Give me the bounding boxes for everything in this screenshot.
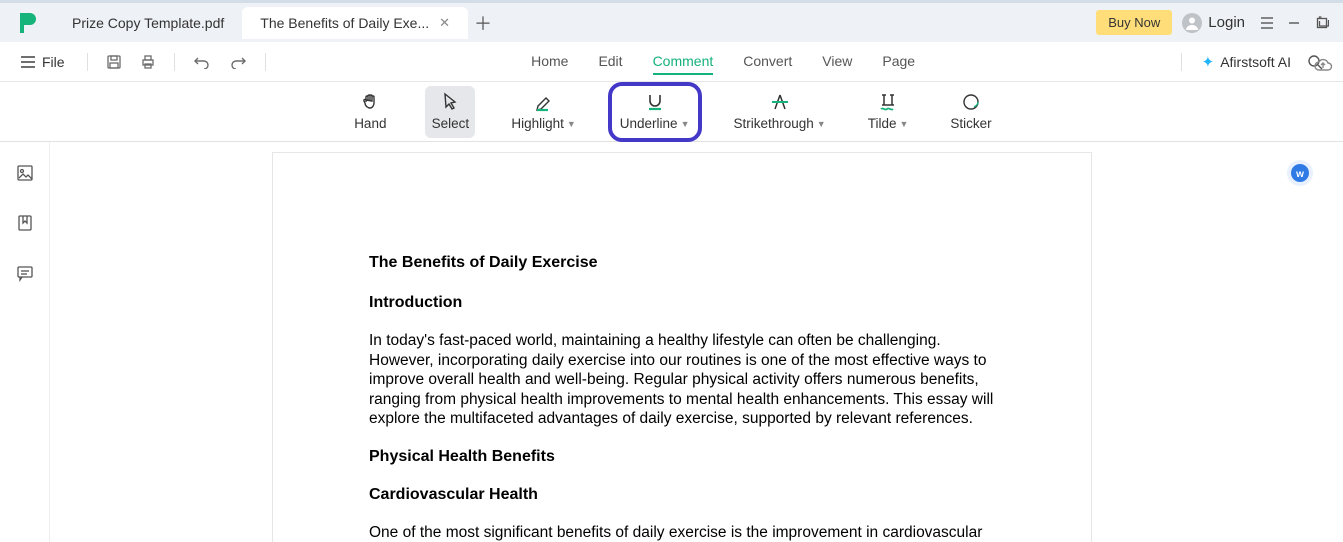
- comments-panel-icon[interactable]: [14, 262, 36, 284]
- cloud-icon[interactable]: [1313, 57, 1333, 73]
- restore-icon[interactable]: [1315, 16, 1343, 30]
- word-badge[interactable]: w: [1287, 160, 1313, 186]
- document-area[interactable]: The Benefits of Daily Exercise Introduct…: [50, 142, 1343, 542]
- hand-icon: [360, 92, 380, 112]
- tool-label: Hand: [354, 116, 386, 131]
- tool-tilde[interactable]: Tilde▼: [862, 86, 915, 138]
- tilde-icon: [878, 92, 898, 112]
- redo-icon[interactable]: [229, 55, 247, 69]
- quick-access: [87, 53, 266, 71]
- paragraph: In today's fast-paced world, maintaining…: [369, 331, 995, 429]
- print-icon[interactable]: [140, 54, 156, 70]
- undo-icon[interactable]: [193, 55, 211, 69]
- menu-right: ✦ Afirstsoft AI: [1181, 53, 1323, 71]
- tab-benefits[interactable]: The Benefits of Daily Exe... ✕: [242, 7, 468, 39]
- minimize-icon[interactable]: [1287, 16, 1315, 30]
- tab-label: The Benefits of Daily Exe...: [260, 15, 429, 31]
- sticker-icon: [961, 92, 981, 112]
- ai-button[interactable]: ✦ Afirstsoft AI: [1202, 53, 1291, 71]
- menu-view[interactable]: View: [822, 49, 852, 75]
- app-logo: [14, 10, 40, 36]
- tool-label: Tilde: [868, 116, 897, 131]
- doc-title: The Benefits of Daily Exercise: [369, 253, 995, 273]
- title-bar: Prize Copy Template.pdf The Benefits of …: [0, 0, 1343, 42]
- hamburger-menu-icon[interactable]: [1259, 15, 1287, 31]
- tool-label: Strikethrough: [734, 116, 814, 131]
- side-panel: [0, 142, 50, 542]
- comment-ribbon: Hand Select Highlight▼ Underline▼ Strike…: [0, 82, 1343, 142]
- workspace: The Benefits of Daily Exercise Introduct…: [0, 142, 1343, 542]
- close-tab-icon[interactable]: ✕: [439, 15, 450, 31]
- tool-select[interactable]: Select: [425, 86, 475, 138]
- sparkle-icon: ✦: [1202, 53, 1215, 71]
- menu-page[interactable]: Page: [882, 49, 915, 75]
- underline-icon: [645, 92, 665, 112]
- main-menu: Home Edit Comment Convert View Page: [266, 49, 1181, 75]
- menu-bar: File Home Edit Comment Convert View Page…: [0, 42, 1343, 82]
- tool-hand[interactable]: Hand: [345, 86, 395, 138]
- file-label: File: [42, 54, 65, 70]
- page[interactable]: The Benefits of Daily Exercise Introduct…: [272, 152, 1092, 542]
- tab-label: Prize Copy Template.pdf: [72, 15, 224, 31]
- tool-label: Sticker: [950, 116, 991, 131]
- ai-label-text: Afirstsoft AI: [1220, 54, 1291, 70]
- avatar-icon: [1182, 13, 1202, 33]
- new-tab-button[interactable]: ＋: [468, 10, 498, 36]
- paragraph: One of the most significant benefits of …: [369, 523, 995, 542]
- thumbnails-icon[interactable]: [14, 162, 36, 184]
- separator: [174, 53, 175, 71]
- bookmark-icon[interactable]: [14, 212, 36, 234]
- heading-cardio: Cardiovascular Health: [369, 485, 995, 505]
- tool-strikethrough[interactable]: Strikethrough▼: [728, 86, 832, 138]
- tool-highlight[interactable]: Highlight▼: [505, 86, 581, 138]
- cursor-icon: [441, 92, 459, 112]
- file-menu[interactable]: File: [20, 54, 65, 70]
- highlight-icon: [534, 92, 554, 112]
- login-label: Login: [1208, 14, 1245, 31]
- heading-physical: Physical Health Benefits: [369, 447, 995, 467]
- strikethrough-icon: [770, 92, 790, 112]
- login-button[interactable]: Login: [1182, 13, 1245, 33]
- menu-edit[interactable]: Edit: [598, 49, 622, 75]
- dropdown-icon[interactable]: ▼: [681, 119, 690, 129]
- tab-prize-copy[interactable]: Prize Copy Template.pdf: [54, 7, 242, 39]
- dropdown-icon[interactable]: ▼: [817, 119, 826, 129]
- buy-now-button[interactable]: Buy Now: [1096, 10, 1172, 35]
- tool-label: Select: [432, 116, 470, 131]
- dropdown-icon[interactable]: ▼: [899, 119, 908, 129]
- tool-underline[interactable]: Underline▼: [612, 86, 698, 138]
- heading-introduction: Introduction: [369, 293, 995, 313]
- tool-label: Underline: [620, 116, 678, 131]
- tool-label: Highlight: [511, 116, 564, 131]
- menu-home[interactable]: Home: [531, 49, 568, 75]
- dropdown-icon[interactable]: ▼: [567, 119, 576, 129]
- save-icon[interactable]: [106, 54, 122, 70]
- menu-comment[interactable]: Comment: [653, 49, 714, 75]
- tool-sticker[interactable]: Sticker: [944, 86, 997, 138]
- menu-convert[interactable]: Convert: [743, 49, 792, 75]
- svg-text:w: w: [1295, 169, 1304, 180]
